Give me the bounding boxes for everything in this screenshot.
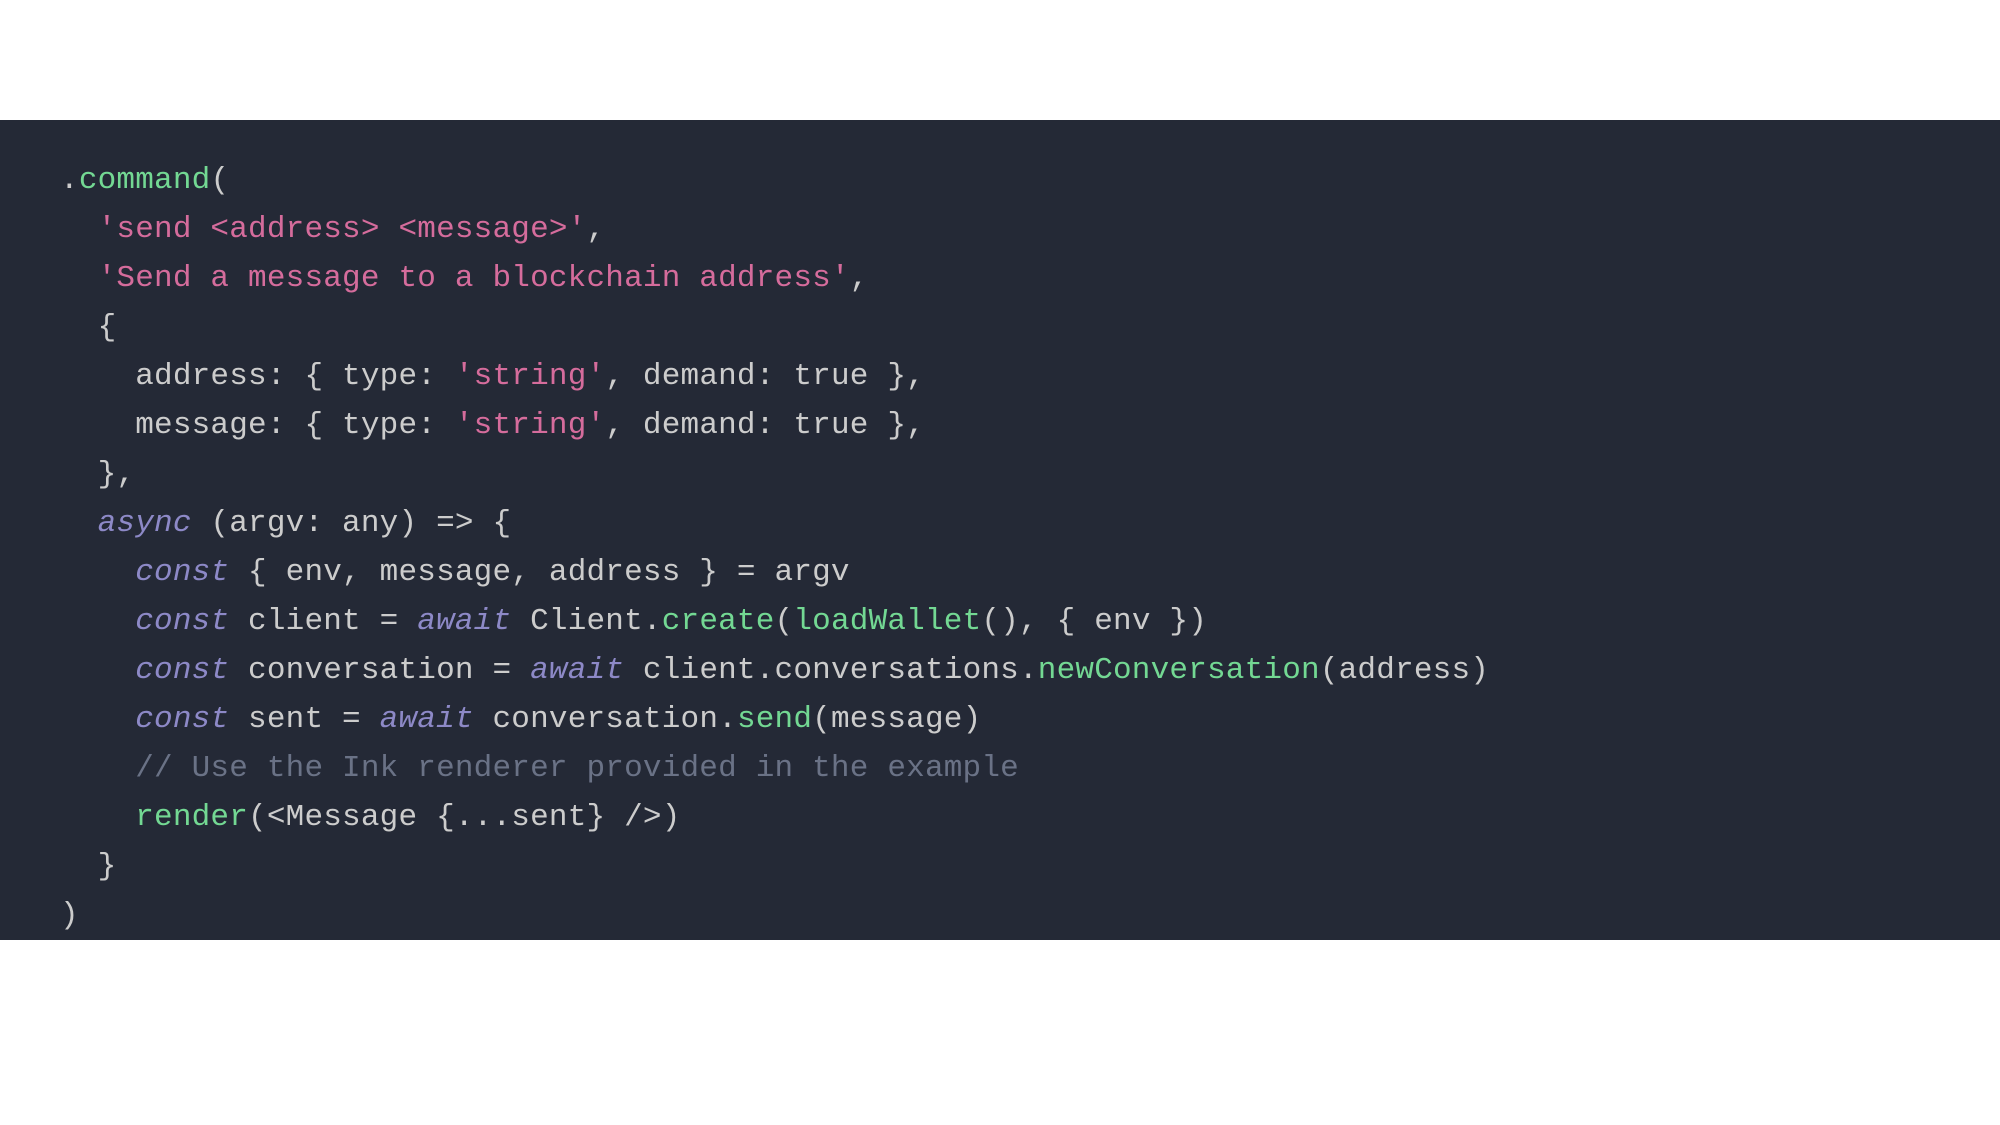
- code-token: newConversation: [1038, 653, 1320, 688]
- code-token: 'send <address> <message>': [98, 212, 587, 247]
- code-token: 'string': [455, 359, 605, 394]
- code-token: ,: [587, 212, 606, 247]
- code-token: await: [380, 702, 474, 737]
- code-token: sent =: [229, 702, 379, 737]
- code-token: render: [135, 800, 248, 835]
- code-token: ,: [850, 261, 869, 296]
- code-token: [60, 702, 135, 737]
- code-token: conversation.: [474, 702, 737, 737]
- code-token: async: [98, 506, 192, 541]
- code-token: address: { type:: [60, 359, 455, 394]
- code-token: 'Send a message to a blockchain address': [98, 261, 850, 296]
- code-token: (message): [812, 702, 981, 737]
- code-token: loadWallet: [793, 604, 981, 639]
- code-token: (<Message {...sent} />): [248, 800, 680, 835]
- code-token: 'string': [455, 408, 605, 443]
- code-token: {: [60, 310, 116, 345]
- code-token: send: [737, 702, 812, 737]
- code-token: command: [79, 163, 211, 198]
- code-token: , demand: true },: [605, 359, 925, 394]
- code-token: [60, 555, 135, 590]
- code-token: // Use the Ink renderer provided in the …: [135, 751, 1019, 786]
- code-token: .: [60, 163, 79, 198]
- code-token: const: [135, 604, 229, 639]
- code-token: ): [60, 898, 79, 933]
- code-token: client.conversations.: [624, 653, 1038, 688]
- code-token: create: [662, 604, 775, 639]
- code-token: , demand: true },: [605, 408, 925, 443]
- code-block: .command( 'send <address> <message>', 'S…: [60, 156, 1940, 940]
- code-panel: .command( 'send <address> <message>', 'S…: [0, 120, 2000, 940]
- code-token: (), { env }): [981, 604, 1207, 639]
- code-token: message: { type:: [60, 408, 455, 443]
- code-token: [60, 506, 98, 541]
- code-token: [60, 653, 135, 688]
- code-token: (address): [1320, 653, 1489, 688]
- code-token: client =: [229, 604, 417, 639]
- code-token: [60, 261, 98, 296]
- code-token: const: [135, 702, 229, 737]
- code-token: (: [210, 163, 229, 198]
- code-token: Client.: [511, 604, 661, 639]
- code-token: [60, 212, 98, 247]
- code-token: await: [417, 604, 511, 639]
- code-token: },: [60, 457, 135, 492]
- code-token: [60, 800, 135, 835]
- code-token: { env, message, address } = argv: [229, 555, 850, 590]
- code-token: await: [530, 653, 624, 688]
- code-token: conversation =: [229, 653, 530, 688]
- code-token: (: [775, 604, 794, 639]
- code-token: const: [135, 653, 229, 688]
- code-token: [60, 751, 135, 786]
- code-token: (argv: any) => {: [192, 506, 512, 541]
- code-token: const: [135, 555, 229, 590]
- code-token: [60, 604, 135, 639]
- code-token: }: [60, 849, 116, 884]
